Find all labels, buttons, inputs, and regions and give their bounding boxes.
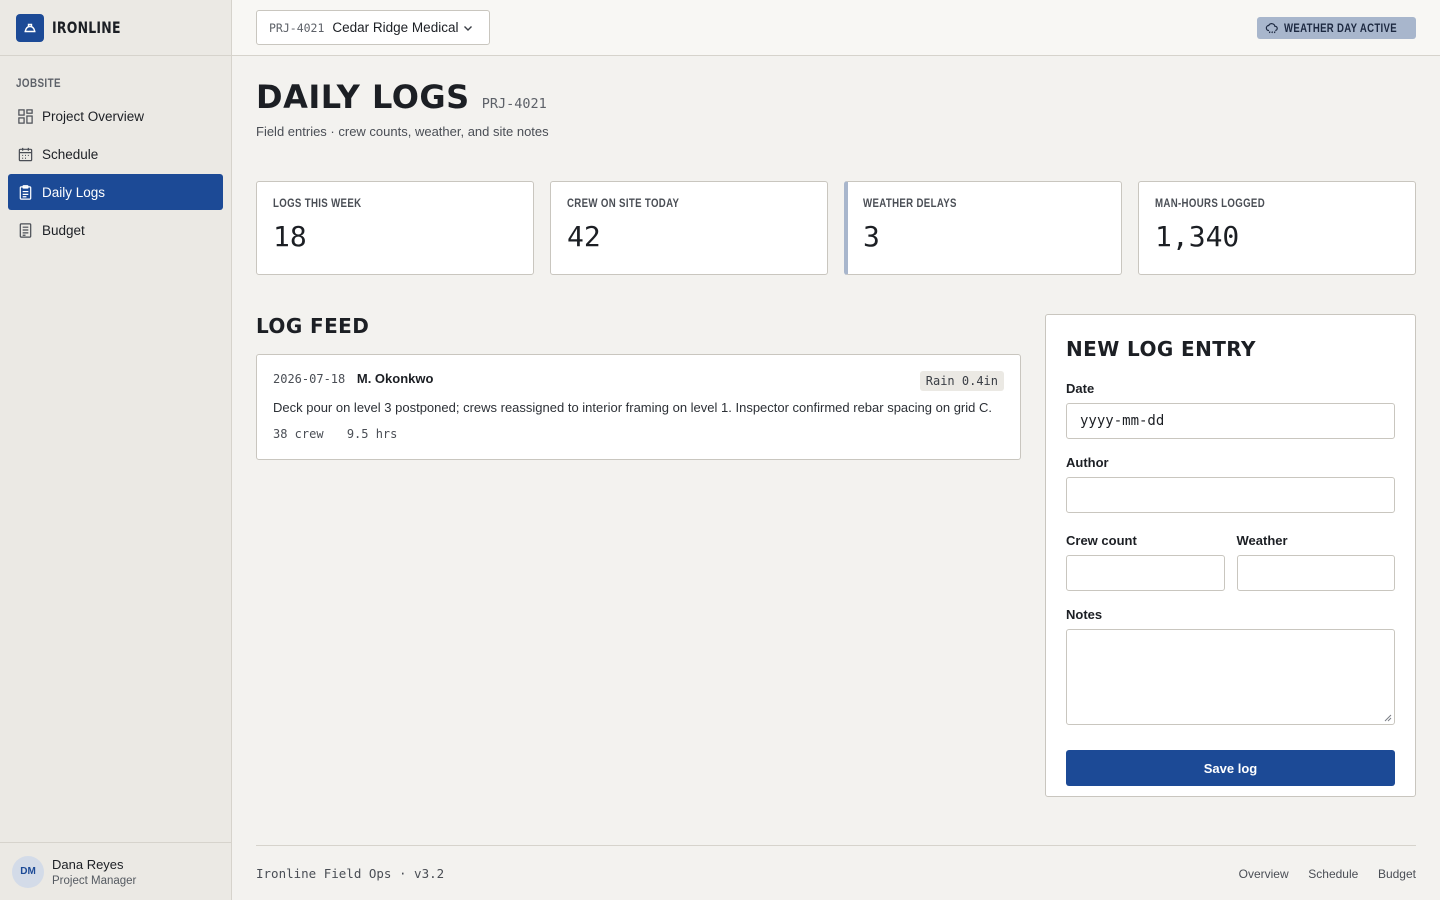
save-log-button[interactable]: Save log bbox=[1066, 750, 1395, 786]
crew-count-label: Crew count bbox=[1066, 533, 1137, 548]
stat-label: CREW ON SITE TODAY bbox=[567, 198, 680, 210]
footer-link-overview[interactable]: Overview bbox=[1239, 867, 1289, 881]
project-selector[interactable]: PRJ-4021 Cedar Ridge Medical bbox=[256, 10, 490, 45]
log-feed: LOG FEED 2026-07-18 M. Okonkwo Rain 0.4i… bbox=[256, 314, 1021, 460]
stat-value: 3 bbox=[863, 220, 880, 253]
footer-link-budget[interactable]: Budget bbox=[1378, 867, 1416, 881]
sidebar-item-label: Project Overview bbox=[42, 108, 145, 124]
page-title: DAILY LOGS bbox=[256, 78, 470, 116]
log-notes: Deck pour on level 3 postponed; crews re… bbox=[273, 400, 992, 415]
user-name: Dana Reyes bbox=[52, 856, 124, 872]
log-date: 2026-07-18 bbox=[273, 372, 346, 386]
log-meta: 38 crew 9.5 hrs bbox=[273, 427, 1004, 441]
calendar-icon bbox=[16, 145, 34, 163]
brand[interactable]: IRONLINE bbox=[0, 0, 231, 56]
sidebar-item-schedule[interactable]: Schedule bbox=[8, 136, 223, 172]
author-label: Author bbox=[1066, 455, 1109, 470]
user-profile[interactable]: DM Dana Reyes Project Manager bbox=[0, 842, 231, 900]
stat-value: 18 bbox=[273, 220, 307, 253]
log-entry-card[interactable]: 2026-07-18 M. Okonkwo Rain 0.4in Deck po… bbox=[256, 354, 1021, 460]
receipt-icon bbox=[16, 221, 34, 239]
footer-links: Overview Schedule Budget bbox=[1223, 866, 1416, 881]
stat-card-crew-on-site: CREW ON SITE TODAY 42 bbox=[550, 181, 828, 275]
footer-version: Ironline Field Ops · v3.2 bbox=[256, 865, 445, 881]
stat-label: LOGS THIS WEEK bbox=[273, 198, 362, 210]
topbar: PRJ-4021 Cedar Ridge Medical WEATHER DAY… bbox=[232, 0, 1440, 56]
stat-card-weather-delays: WEATHER DELAYS 3 bbox=[844, 181, 1122, 275]
sidebar: IRONLINE JOBSITE Project Overview Schedu… bbox=[0, 0, 232, 900]
stat-value: 1,340 bbox=[1155, 220, 1240, 253]
notes-label: Notes bbox=[1066, 607, 1103, 622]
sidebar-item-label: Daily Logs bbox=[42, 184, 106, 200]
footer: Ironline Field Ops · v3.2 Overview Sched… bbox=[256, 845, 1416, 900]
grid-icon bbox=[16, 107, 34, 125]
weather-label: Weather bbox=[1236, 533, 1288, 548]
chevron-down-icon bbox=[464, 26, 472, 31]
form-title: NEW LOG ENTRY bbox=[1066, 337, 1256, 361]
weather-status-badge: WEATHER DAY ACTIVE bbox=[1257, 17, 1416, 39]
clipboard-icon bbox=[16, 183, 34, 201]
page-subtitle: Field entries · crew counts, weather, an… bbox=[256, 124, 549, 139]
nav-section-label: JOBSITE bbox=[16, 76, 61, 90]
stat-label: WEATHER DELAYS bbox=[863, 198, 957, 210]
avatar: DM bbox=[12, 855, 44, 888]
rain-cloud-icon bbox=[1265, 23, 1278, 34]
log-hours: 9.5 hrs bbox=[346, 427, 398, 441]
date-field[interactable]: yyyy-mm-dd bbox=[1066, 403, 1395, 439]
author-field[interactable] bbox=[1066, 477, 1395, 513]
weather-tag: Rain 0.4in bbox=[919, 371, 1004, 391]
hardhat-icon bbox=[16, 13, 44, 42]
weather-field[interactable] bbox=[1236, 555, 1395, 591]
stat-label: MAN-HOURS LOGGED bbox=[1155, 198, 1266, 210]
resize-handle-icon[interactable] bbox=[1384, 714, 1392, 722]
sidebar-item-project-overview[interactable]: Project Overview bbox=[8, 98, 223, 134]
date-label: Date bbox=[1066, 381, 1095, 396]
stat-card-logs-this-week: LOGS THIS WEEK 18 bbox=[256, 181, 534, 275]
crew-count-field[interactable] bbox=[1066, 555, 1225, 591]
project-code: PRJ-4021 bbox=[269, 20, 325, 35]
stats-row: LOGS THIS WEEK 18 CREW ON SITE TODAY 42 … bbox=[256, 181, 1416, 275]
log-feed-title: LOG FEED bbox=[256, 314, 370, 338]
project-name: Cedar Ridge Medical bbox=[332, 20, 459, 35]
main-content: DAILY LOGS PRJ-4021 Field entries · crew… bbox=[256, 56, 1416, 797]
page-project-code: PRJ-4021 bbox=[481, 96, 547, 112]
sidebar-item-budget[interactable]: Budget bbox=[8, 212, 223, 248]
log-author: M. Okonkwo bbox=[356, 371, 434, 386]
user-role: Project Manager bbox=[52, 874, 137, 887]
weather-badge-label: WEATHER DAY ACTIVE bbox=[1284, 21, 1397, 35]
sidebar-item-daily-logs[interactable]: Daily Logs bbox=[8, 174, 223, 210]
sidebar-item-label: Schedule bbox=[42, 146, 99, 162]
brand-name: IRONLINE bbox=[52, 18, 121, 37]
sidebar-nav: Project Overview Schedule Daily Logs Bud… bbox=[0, 98, 231, 248]
new-log-form: NEW LOG ENTRY Date yyyy-mm-dd Author Cre… bbox=[1045, 314, 1416, 797]
stat-value: 42 bbox=[567, 220, 601, 253]
log-crew-count: 38 crew bbox=[273, 427, 324, 441]
sidebar-item-label: Budget bbox=[42, 222, 85, 238]
notes-field[interactable] bbox=[1066, 629, 1395, 725]
stat-card-man-hours: MAN-HOURS LOGGED 1,340 bbox=[1138, 181, 1416, 275]
footer-link-schedule[interactable]: Schedule bbox=[1308, 867, 1358, 881]
